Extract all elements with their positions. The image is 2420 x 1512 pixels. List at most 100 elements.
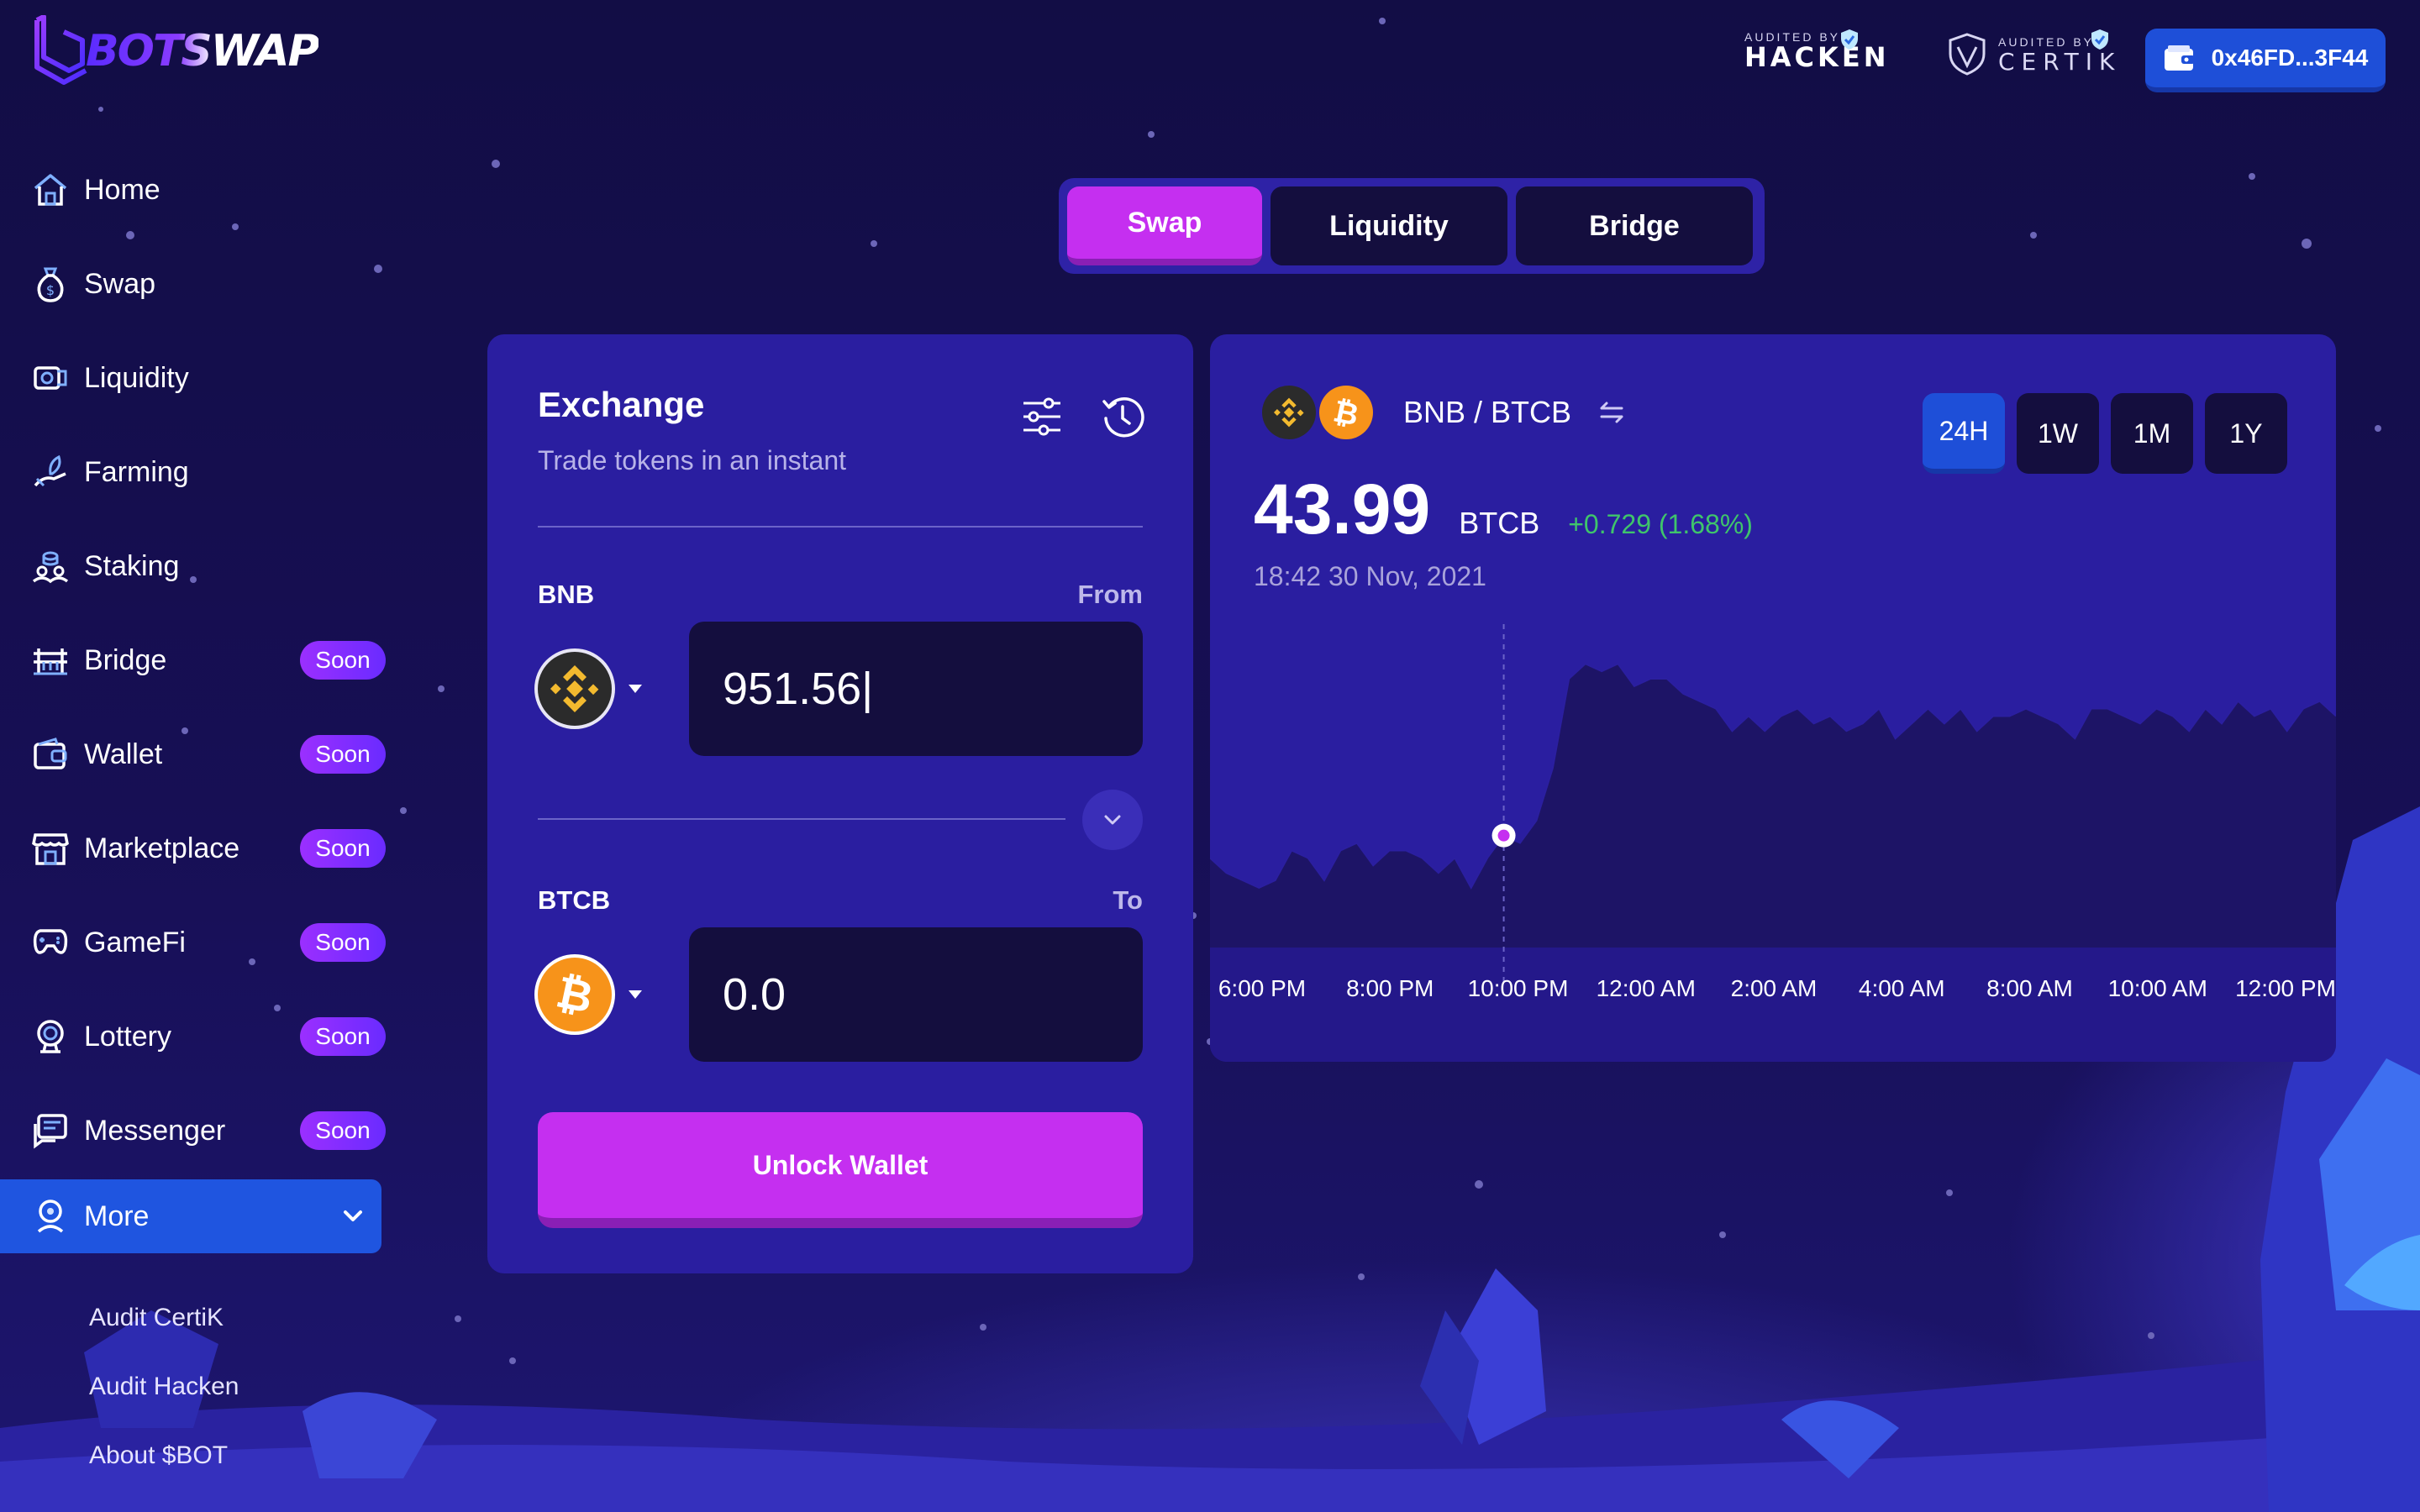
range-button-24h[interactable]: 24H <box>1923 393 2005 474</box>
x-axis-tick-label: 8:00 AM <box>1986 975 2073 1001</box>
sidebar-item-bridge[interactable]: Bridge Soon <box>0 623 395 697</box>
from-side-label: From <box>1077 580 1144 609</box>
logo-wordmark: BOTSWAP <box>86 26 320 76</box>
pair-label: BNB / BTCB <box>1403 395 1572 429</box>
chevron-down-icon <box>1104 815 1121 825</box>
settings-sliders-icon[interactable] <box>1018 393 1065 440</box>
sidebar-item-label: Staking <box>84 549 180 582</box>
sidebar-item-label: Home <box>84 173 160 206</box>
certik-shield-icon <box>1949 33 1986 76</box>
svg-text:$: $ <box>46 282 55 298</box>
x-axis-tick-label: 4:00 AM <box>1859 975 1945 1001</box>
sidebar-item-farming[interactable]: Farming <box>0 435 395 509</box>
chevron-down-icon[interactable] <box>340 1204 366 1229</box>
exchange-subtitle: Trade tokens in an instant <box>538 445 847 475</box>
x-axis-tick-label: 12:00 PM <box>2235 975 2336 1001</box>
to-token-selector[interactable]: ₿ <box>534 951 660 1038</box>
price-unit: BTCB <box>1459 506 1540 540</box>
audit-hacken-badge[interactable]: AUDITED BY HACKEN <box>1744 30 1889 71</box>
to-token-label: BTCB <box>538 885 611 915</box>
soon-badge: Soon <box>300 641 386 680</box>
money-bag-icon: $ <box>37 267 64 302</box>
wallet-address-button[interactable]: 0x46FD...3F44 <box>2145 29 2386 92</box>
gamepad-icon <box>33 929 68 954</box>
staking-icon <box>32 551 69 584</box>
store-icon <box>32 833 69 865</box>
x-axis-tick-label: 8:00 PM <box>1346 975 1434 1001</box>
price-row: 43.99 BTCB +0.729 (1.68%) <box>1254 469 1753 550</box>
range-button-1y[interactable]: 1Y <box>2205 393 2287 474</box>
x-axis-tick-label: 12:00 AM <box>1597 975 1696 1001</box>
submenu-item-audit-hacken[interactable]: Audit Hacken <box>89 1373 239 1401</box>
submenu-item-audit-certik[interactable]: Audit CertiK <box>89 1304 224 1332</box>
sidebar-item-label: Messenger <box>84 1114 226 1147</box>
submenu-item-about-bot[interactable]: About $BOT <box>89 1441 228 1470</box>
chart-highlight-point-inner <box>1497 829 1510 842</box>
sidebar-item-label: Bridge <box>84 643 167 676</box>
to-amount-input[interactable]: 0.0 <box>689 927 1143 1062</box>
sidebar-item-swap[interactable]: $ Swap <box>0 247 395 321</box>
wallet-icon <box>34 738 67 769</box>
chart-area-fill <box>1210 664 2336 948</box>
swap-arrows-icon[interactable] <box>1595 400 1628 425</box>
range-button-1w[interactable]: 1W <box>2017 393 2099 474</box>
sidebar-item-staking[interactable]: Staking <box>0 529 395 603</box>
bnb-token-icon <box>534 648 615 729</box>
x-axis-tick-label: 2:00 AM <box>1731 975 1818 1001</box>
pair-token-icons: ₿ <box>1262 386 1373 439</box>
sidebar-item-wallet[interactable]: Wallet Soon <box>0 717 395 791</box>
tab-liquidity[interactable]: Liquidity <box>1270 186 1507 265</box>
sidebar-item-liquidity[interactable]: Liquidity <box>0 341 395 415</box>
sidebar-item-lottery[interactable]: Lottery Soon <box>0 1000 395 1074</box>
sidebar-item-gamefi[interactable]: GameFi Soon <box>0 906 395 979</box>
sidebar-item-label: GameFi <box>84 926 186 958</box>
swap-direction-button[interactable] <box>1082 790 1143 850</box>
home-icon <box>34 174 67 206</box>
sidebar-item-label: Marketplace <box>84 832 240 864</box>
main-tabs: Swap Liquidity Bridge <box>1059 178 1765 274</box>
to-side-label: To <box>1113 885 1143 915</box>
swap-divider <box>538 818 1065 820</box>
history-icon[interactable] <box>1099 393 1146 440</box>
caret-down-icon <box>629 685 642 693</box>
price-value: 43.99 <box>1254 470 1431 549</box>
chart-axis-band <box>1210 948 2336 1062</box>
botswap-logo[interactable]: BOTSWAP <box>30 15 341 87</box>
shield-check-icon <box>1841 29 1858 50</box>
sidebar-item-label: Wallet <box>84 738 163 770</box>
range-selector: 24H 1W 1M 1Y <box>1923 393 2287 474</box>
audit-hacken-name: HACKEN <box>1744 41 1890 73</box>
x-axis-tick-label: 10:00 AM <box>2108 975 2207 1001</box>
soon-badge: Soon <box>300 735 386 774</box>
audit-certik-name: CERTIK <box>1998 48 2122 76</box>
range-button-1m[interactable]: 1M <box>2111 393 2193 474</box>
x-axis-tick-label: 10:00 PM <box>1468 975 1569 1001</box>
wallet-icon <box>2164 45 2195 71</box>
sidebar-item-home[interactable]: Home <box>0 153 395 227</box>
sidebar-item-marketplace[interactable]: Marketplace Soon <box>0 811 395 885</box>
sidebar-item-messenger[interactable]: Messenger Soon <box>0 1094 395 1168</box>
soon-badge: Soon <box>300 923 386 962</box>
header-divider <box>538 526 1143 528</box>
from-amount-input[interactable]: 951.56| <box>689 622 1143 756</box>
chat-icon <box>34 1114 67 1149</box>
soon-badge: Soon <box>300 829 386 868</box>
from-token-label: BNB <box>538 580 595 609</box>
caret-down-icon <box>629 990 642 999</box>
price-chart-card: 6:00 PM 8:00 PM 10:00 PM 12:00 AM 2:00 AM 4:0… <box>1210 334 2336 1062</box>
price-timestamp: 18:42 30 Nov, 2021 <box>1254 561 1486 591</box>
tab-swap[interactable]: Swap <box>1067 186 1262 265</box>
farming-icon <box>34 454 66 487</box>
price-change: +0.729 (1.68%) <box>1568 509 1753 539</box>
shield-check-icon <box>2091 29 2108 50</box>
unlock-wallet-button[interactable]: Unlock Wallet <box>538 1112 1143 1228</box>
tab-bridge[interactable]: Bridge <box>1516 186 1753 265</box>
sidebar-item-label: Swap <box>84 267 156 300</box>
logo-mark-icon <box>34 15 87 85</box>
soon-badge: Soon <box>300 1017 386 1056</box>
more-menu-icon <box>37 1200 64 1233</box>
from-token-selector[interactable] <box>534 645 660 732</box>
sidebar-item-more[interactable]: More <box>0 1179 381 1253</box>
wallet-address-text: 0x46FD...3F44 <box>2211 45 2369 71</box>
sidebar-item-label: Lottery <box>84 1020 171 1053</box>
